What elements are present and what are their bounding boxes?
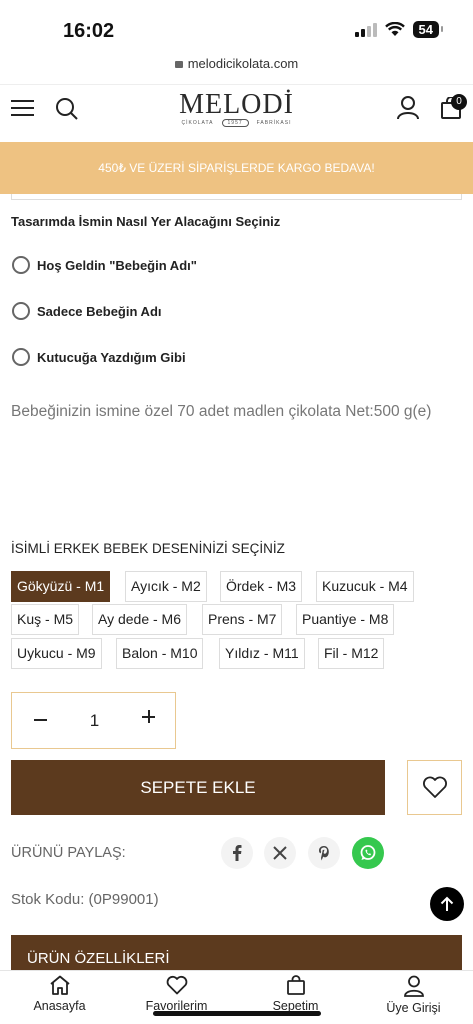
promo-banner: 450₺ VE ÜZERİ SİPARİŞLERDE KARGO BEDAVA!	[0, 142, 473, 194]
user-icon	[403, 975, 424, 997]
pattern-option-m3[interactable]: Ördek - M3	[220, 571, 303, 602]
quantity-stepper: 1	[11, 692, 176, 749]
nav-favorites[interactable]: Favorilerim	[129, 975, 224, 1013]
name-option-as-written[interactable]: Kutucuğa Yazdığım Gibi	[12, 348, 186, 366]
stock-code: Stok Kodu: (0P99001)	[11, 891, 159, 908]
nav-home[interactable]: Anasayfa	[12, 975, 107, 1013]
heart-icon	[422, 776, 447, 798]
logo-right-text: FABRİKASI	[256, 120, 292, 126]
nav-cart[interactable]: Sepetim	[248, 975, 343, 1013]
facebook-icon[interactable]	[221, 837, 253, 869]
wifi-icon	[384, 22, 405, 36]
pinterest-icon[interactable]	[308, 837, 340, 869]
pattern-option-m4[interactable]: Kuzucuk - M4	[316, 571, 414, 602]
pattern-option-m10[interactable]: Balon - M10	[116, 638, 204, 669]
pattern-option-m8[interactable]: Puantiye - M8	[296, 604, 395, 635]
status-time: 16:02	[63, 20, 115, 42]
product-features-accordion[interactable]: ÜRÜN ÖZELLİKLERİ	[11, 935, 462, 971]
previous-field-edge	[11, 194, 462, 200]
account-icon[interactable]	[397, 96, 419, 125]
radio-label: Kutucuğa Yazdığım Gibi	[37, 349, 186, 365]
pattern-option-m1[interactable]: Gökyüzü - M1	[11, 571, 111, 602]
battery-indicator: 54	[412, 21, 444, 38]
pattern-option-m6[interactable]: Ay dede - M6	[92, 604, 188, 635]
radio-button[interactable]	[12, 256, 30, 274]
add-to-favorites-button[interactable]	[407, 760, 462, 815]
lock-icon	[174, 61, 183, 68]
radio-label: Sadece Bebeğin Adı	[37, 303, 162, 319]
site-header: MELODİ ÇİKOLATA 1957 FABRİKASI	[0, 84, 473, 142]
pattern-option-m11[interactable]: Yıldız - M11	[219, 638, 305, 669]
heart-icon	[166, 975, 187, 995]
x-twitter-icon[interactable]	[264, 837, 296, 869]
shopping-bag-icon	[286, 975, 305, 995]
pattern-option-m12[interactable]: Fil - M12	[318, 638, 385, 669]
name-placement-title: Tasarımda İsmin Nasıl Yer Alacağını Seçi…	[11, 214, 281, 229]
pattern-option-m2[interactable]: Ayıcık - M2	[125, 571, 207, 602]
home-icon	[49, 975, 70, 995]
arrow-up-icon	[440, 896, 454, 911]
pattern-option-m7[interactable]: Prens - M7	[202, 604, 283, 635]
radio-label: Hoş Geldin "Bebeğin Adı"	[37, 257, 197, 273]
nav-login[interactable]: Üye Girişi	[366, 975, 461, 1015]
status-icons: 54	[354, 21, 444, 38]
share-label: ÜRÜNÜ PAYLAŞ:	[11, 845, 126, 861]
increase-quantity-button[interactable]	[142, 710, 155, 723]
signal-icon	[354, 22, 377, 37]
product-description: Bebeğinizin ismine özel 70 adet madlen ç…	[11, 403, 432, 420]
add-to-cart-button[interactable]: SEPETE EKLE	[11, 760, 385, 815]
status-bar: 16:02 54	[0, 0, 473, 56]
nav-home-label: Anasayfa	[33, 999, 86, 1013]
name-option-welcome[interactable]: Hoş Geldin "Bebeğin Adı"	[12, 256, 197, 274]
pattern-title: İSİMLİ ERKEK BEBEK DESENİNİZİ SEÇİNİZ	[11, 541, 285, 556]
radio-button[interactable]	[12, 348, 30, 366]
pattern-option-m5[interactable]: Kuş - M5	[11, 604, 80, 635]
scroll-to-top-button[interactable]	[430, 887, 464, 921]
url-bar[interactable]: melodicikolata.com	[0, 56, 473, 82]
cart-count-badge: 0	[451, 94, 467, 110]
radio-button[interactable]	[12, 302, 30, 320]
url-text: melodicikolata.com	[187, 56, 299, 71]
whatsapp-icon[interactable]	[352, 837, 384, 869]
pattern-option-m9[interactable]: Uykucu - M9	[11, 638, 102, 669]
home-indicator	[153, 1011, 321, 1016]
name-option-only-name[interactable]: Sadece Bebeğin Adı	[12, 302, 162, 320]
nav-login-label: Üye Girişi	[386, 1001, 441, 1015]
logo-left-text: ÇİKOLATA	[181, 120, 214, 126]
logo-year: 1957	[221, 119, 249, 127]
